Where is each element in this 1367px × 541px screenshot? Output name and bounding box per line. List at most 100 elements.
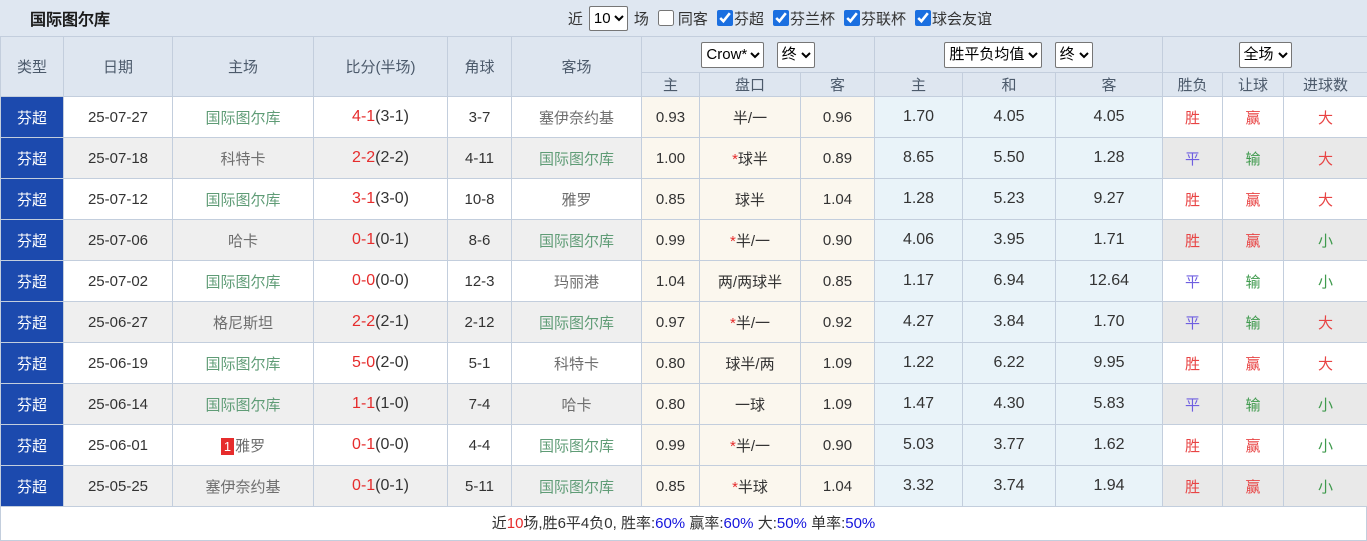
table-row: 芬超 25-05-25 塞伊奈约基 0-1(0-1) 5-11 国际图尔库 0.… — [0, 465, 1367, 507]
handicap-result-flag: 赢 — [1222, 96, 1285, 138]
odds-group-header: Crow* 终 — [640, 36, 876, 73]
away-team: 雅罗 — [511, 178, 642, 220]
score: 4-1(3-1) — [313, 96, 448, 138]
odds-away: 0.89 — [799, 137, 876, 179]
col-header-score: 比分(半场) — [313, 36, 448, 97]
result-flag: 平 — [1162, 260, 1224, 302]
league-badge: 芬超 — [0, 219, 64, 261]
odds-handicap: 半/一 — [699, 96, 801, 138]
recent-count-select[interactable]: 10 — [588, 5, 628, 31]
home-team-name: 塞伊奈约基 — [205, 478, 281, 496]
avg-win: 1.17 — [874, 260, 964, 302]
avg-lose: 1.28 — [1055, 137, 1164, 179]
odds-away: 0.92 — [799, 301, 876, 343]
fulltime-score: 4-1 — [352, 108, 376, 125]
avg-type-select[interactable]: 胜平负均值 — [944, 41, 1043, 68]
corner-count: 3-7 — [447, 96, 512, 138]
handicap-text: 球半/两 — [725, 355, 775, 373]
league-filter-1: 芬兰杯 — [767, 8, 835, 29]
goals-result-flag: 大 — [1283, 96, 1367, 138]
league-filter-label-2: 芬联杯 — [860, 10, 906, 28]
table-row: 芬超 25-07-06 哈卡 0-1(0-1) 8-6 国际图尔库 0.99 *… — [0, 219, 1367, 261]
subcol-handicap-result: 让球 — [1222, 72, 1285, 97]
odds-home: 0.99 — [641, 219, 700, 261]
match-date: 25-07-27 — [63, 96, 173, 138]
halftime-score: (1-0) — [375, 395, 409, 412]
recent-label: 近 — [567, 10, 583, 28]
avg-group-header: 胜平负均值 终 — [874, 36, 1164, 73]
handicap-text: 半球 — [737, 478, 768, 496]
away-team: 国际图尔库 — [511, 219, 642, 261]
handicap-text: 半/一 — [735, 437, 770, 455]
avg-lose: 12.64 — [1055, 260, 1164, 302]
league-filter-checkbox-3[interactable] — [914, 10, 931, 26]
odds-home: 0.99 — [641, 424, 700, 466]
halftime-score: (0-1) — [375, 231, 409, 248]
fulltime-score: 0-1 — [352, 477, 376, 494]
fulltime-score: 2-2 — [352, 313, 376, 330]
league-filter-checkbox-2[interactable] — [843, 10, 860, 26]
subcol-result: 胜负 — [1162, 72, 1224, 97]
away-team: 塞伊奈约基 — [511, 96, 642, 138]
result-flag: 胜 — [1162, 96, 1224, 138]
avg-draw: 6.94 — [962, 260, 1057, 302]
odds-handicap: 球半/两 — [699, 342, 801, 384]
odds-away: 0.85 — [799, 260, 876, 302]
handicap-text: 球半 — [737, 150, 768, 168]
home-team-name: 格尼斯坦 — [212, 314, 273, 332]
avg-draw: 5.23 — [962, 178, 1057, 220]
league-filter-checkbox-1[interactable] — [772, 10, 789, 26]
league-badge: 芬超 — [0, 424, 64, 466]
bookmaker-select[interactable]: Crow* — [701, 41, 765, 68]
handicap-result-flag: 赢 — [1222, 178, 1285, 220]
avg-lose: 9.95 — [1055, 342, 1164, 384]
away-team: 哈卡 — [511, 383, 642, 425]
home-team: 1 雅罗 — [172, 424, 314, 466]
col-header-home: 主场 — [172, 36, 314, 97]
odds-away: 1.09 — [799, 342, 876, 384]
match-date: 25-07-12 — [63, 178, 173, 220]
corner-count: 7-4 — [447, 383, 512, 425]
score: 2-2(2-1) — [313, 301, 448, 343]
fulltime-score: 0-0 — [352, 272, 376, 289]
page-title: 国际图尔库 — [30, 12, 111, 29]
handicap-result-flag: 输 — [1222, 301, 1285, 343]
summary-segment: 场,胜6平4负0, 胜率: — [523, 515, 656, 532]
away-team: 科特卡 — [511, 342, 642, 384]
handicap-result-flag: 赢 — [1222, 465, 1285, 507]
subcol-avg-lose: 客 — [1055, 72, 1164, 97]
away-team-name: 国际图尔库 — [538, 437, 614, 455]
home-team-name: 雅罗 — [235, 437, 266, 455]
home-team-name: 国际图尔库 — [205, 109, 281, 127]
result-flag: 胜 — [1162, 465, 1224, 507]
score: 0-1(0-0) — [313, 424, 448, 466]
score: 3-1(3-0) — [313, 178, 448, 220]
score: 1-1(1-0) — [313, 383, 448, 425]
scope-select[interactable]: 全场 — [1238, 41, 1292, 68]
avg-win: 1.22 — [874, 342, 964, 384]
away-team-name: 雅罗 — [561, 191, 592, 209]
home-team: 国际图尔库 — [172, 178, 314, 220]
league-badge: 芬超 — [0, 342, 64, 384]
table-row: 芬超 25-07-12 国际图尔库 3-1(3-0) 10-8 雅罗 0.85 … — [0, 178, 1367, 220]
avg-draw: 3.74 — [962, 465, 1057, 507]
avg-lose: 1.94 — [1055, 465, 1164, 507]
avg-draw: 3.95 — [962, 219, 1057, 261]
summary-segment: 60% — [723, 515, 754, 532]
odds-handicap: 球半 — [699, 178, 801, 220]
league-filter-checkbox-0[interactable] — [716, 10, 733, 26]
handicap-result-flag: 输 — [1222, 137, 1285, 179]
league-badge: 芬超 — [0, 137, 64, 179]
avg-draw: 5.50 — [962, 137, 1057, 179]
summary-segment: 赢率: — [685, 515, 724, 532]
same-opponent-checkbox[interactable] — [657, 10, 674, 26]
odds-stage-select[interactable]: 终 — [776, 41, 815, 68]
goals-result-flag: 小 — [1283, 424, 1367, 466]
away-team-name: 哈卡 — [561, 396, 592, 414]
avg-win: 3.32 — [874, 465, 964, 507]
avg-stage-select[interactable]: 终 — [1054, 41, 1093, 68]
away-team-name: 国际图尔库 — [538, 232, 614, 250]
away-team: 玛丽港 — [511, 260, 642, 302]
odds-handicap: *半球 — [699, 465, 801, 507]
home-team: 国际图尔库 — [172, 260, 314, 302]
